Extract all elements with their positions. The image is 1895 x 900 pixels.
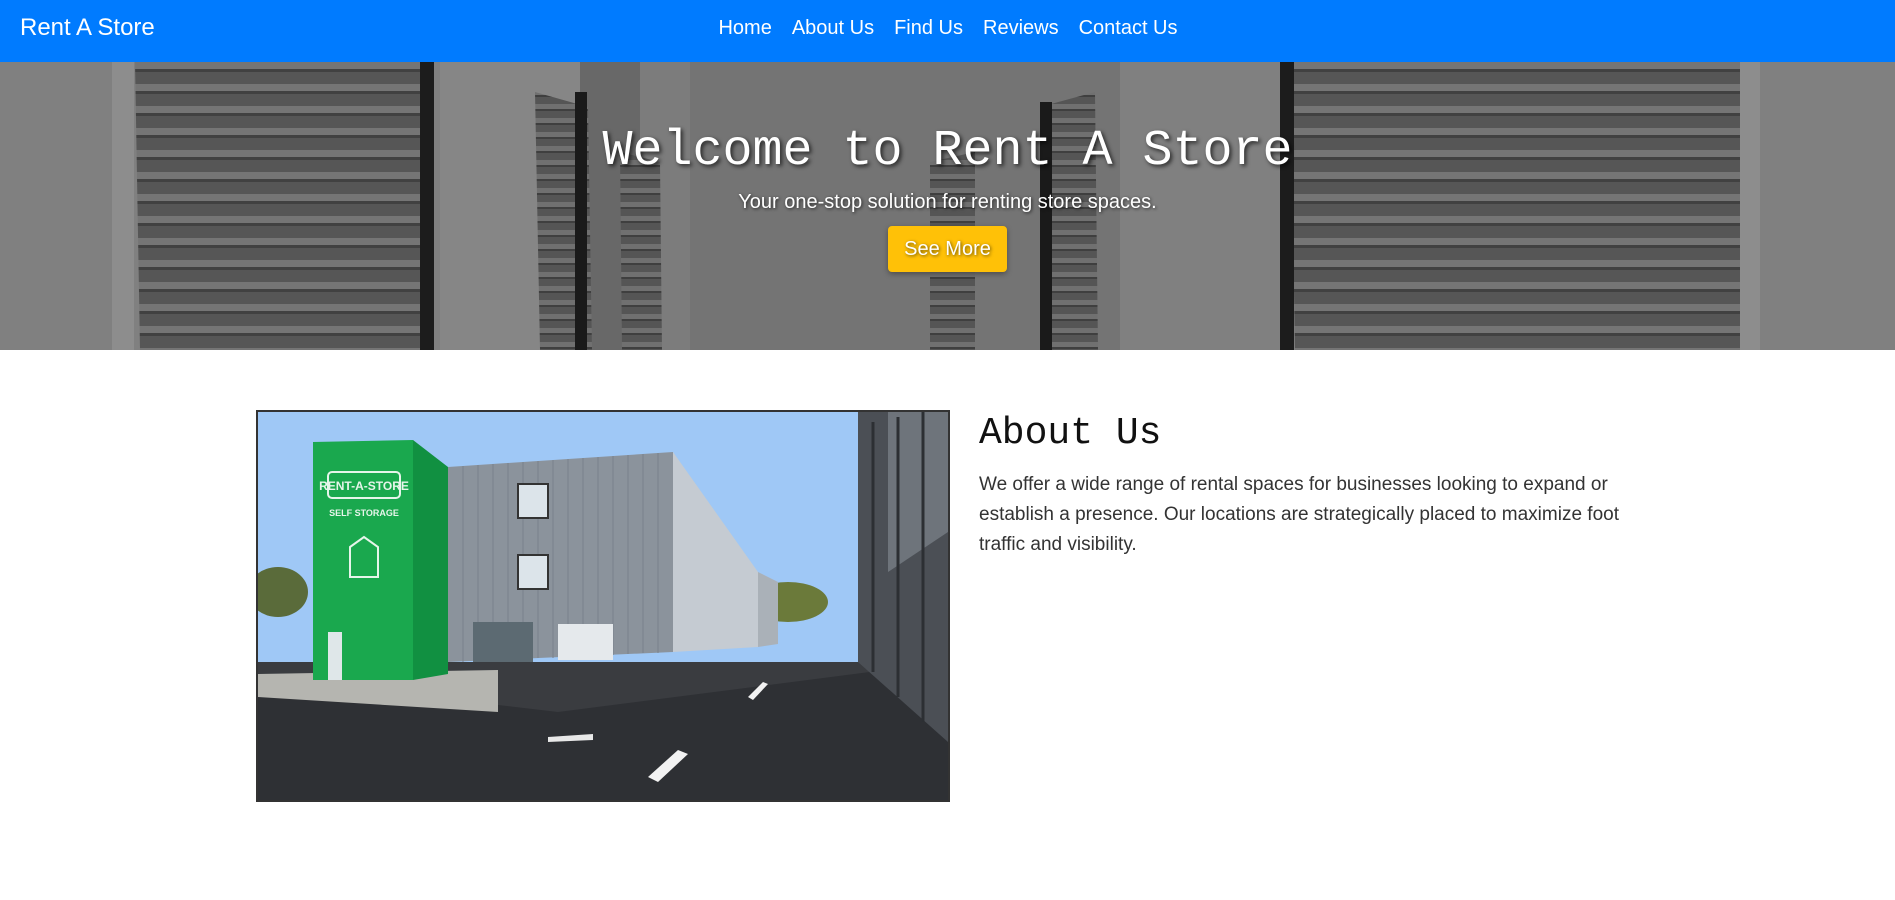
nav-link-contact-us[interactable]: Contact Us bbox=[1079, 15, 1178, 41]
nav-link-about-us[interactable]: About Us bbox=[792, 15, 874, 41]
about-us-description: We offer a wide range of rental spaces f… bbox=[979, 474, 1619, 555]
top-navbar: Rent A Store Home About Us Find Us Revie… bbox=[0, 0, 1895, 62]
hero-title: Welcome to Rent A Store bbox=[602, 123, 1293, 180]
about-text-block: About Us We offer a wide range of rental… bbox=[979, 410, 1659, 560]
nav-link-reviews[interactable]: Reviews bbox=[983, 15, 1059, 41]
storage-building-photo: RENT-A-STORE SELF STORAGE bbox=[256, 410, 950, 802]
hero-subtitle: Your one-stop solution for renting store… bbox=[738, 191, 1157, 213]
photo-tagline-text: SELF STORAGE bbox=[329, 508, 399, 518]
storage-building-illustration: RENT-A-STORE SELF STORAGE bbox=[258, 412, 948, 800]
about-us-heading: About Us bbox=[979, 412, 1162, 455]
nav-link-find-us[interactable]: Find Us bbox=[894, 15, 963, 41]
photo-logo-text: RENT-A-STORE bbox=[319, 479, 409, 493]
hero-content: Welcome to Rent A Store Your one-stop so… bbox=[0, 124, 1895, 272]
about-section: RENT-A-STORE SELF STORAGE About Us We of… bbox=[256, 410, 1642, 802]
nav-link-home[interactable]: Home bbox=[718, 15, 771, 41]
see-more-button[interactable]: See More bbox=[888, 226, 1007, 272]
nav-links: Home About Us Find Us Reviews Contact Us bbox=[0, 15, 1895, 41]
hero-banner: Welcome to Rent A Store Your one-stop so… bbox=[0, 62, 1895, 350]
